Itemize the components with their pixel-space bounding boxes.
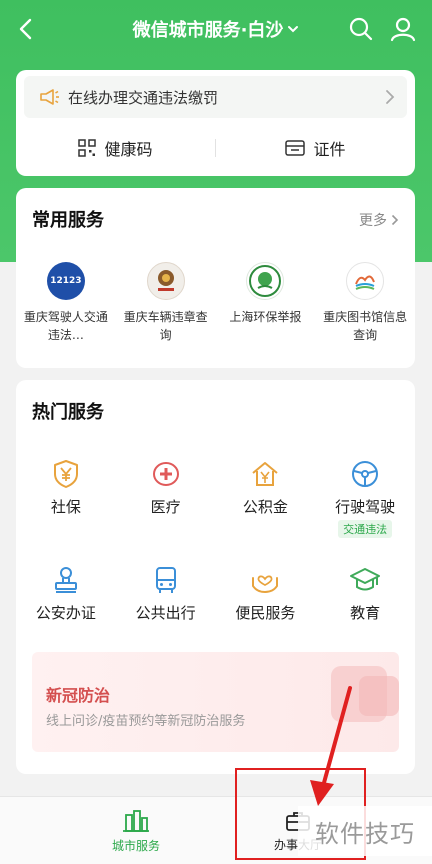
steering-wheel-icon — [352, 461, 379, 487]
section-title: 热门服务 — [32, 402, 104, 423]
health-code-label: 健康码 — [104, 140, 153, 159]
police-badge-icon — [146, 262, 185, 300]
hot-item-education[interactable]: 教育 — [315, 564, 415, 648]
service-item[interactable]: 12123 重庆驾驶人交通违法… — [16, 262, 116, 344]
search-button[interactable] — [346, 14, 376, 44]
certificate-label: 证件 — [313, 140, 346, 159]
hot-item-driving[interactable]: 行驶驾驶 交通违法 — [315, 458, 415, 542]
yen-shield-icon — [53, 460, 78, 488]
hot-label: 便民服务 — [235, 604, 296, 622]
app-12123-icon: 12123 — [46, 262, 85, 300]
hot-label: 公积金 — [242, 498, 288, 516]
service-label: 上海环保举报 — [229, 310, 302, 324]
id-card-icon — [285, 140, 306, 156]
notice-banner[interactable]: 在线办理交通违法缴罚 — [24, 76, 407, 118]
more-label: 更多 — [359, 213, 387, 229]
heart-hands-icon — [252, 575, 279, 594]
service-label: 重庆车辆违章查询 — [123, 310, 208, 342]
hot-item-public-transport[interactable]: 公共出行 — [116, 564, 216, 648]
decoration — [359, 676, 399, 716]
service-item[interactable]: 重庆车辆违章查询 — [116, 262, 216, 344]
qr-code-icon — [78, 139, 97, 157]
top-bar: 微信城市服务·白沙 — [0, 0, 432, 58]
chevron-down-icon — [288, 26, 299, 33]
stamp-icon — [54, 567, 77, 593]
covid-title: 新冠防治 — [46, 686, 111, 705]
hot-label: 社保 — [50, 498, 81, 516]
common-services-grid: 12123 重庆驾驶人交通违法… 重庆车辆违章查询 上海环保举报 重庆图书馆信息… — [16, 262, 415, 344]
watermark: 软件技巧 — [298, 806, 432, 856]
search-icon — [349, 17, 373, 41]
library-logo-icon — [346, 262, 385, 300]
hot-item-medical[interactable]: 医疗 — [116, 458, 216, 542]
back-button[interactable] — [10, 12, 40, 46]
service-label: 重庆图书馆信息查询 — [323, 310, 408, 342]
app-12123-logo-text: 12123 — [50, 276, 82, 286]
bus-icon — [155, 567, 176, 593]
quick-actions: 健康码 证件 — [16, 126, 415, 170]
chevron-left-icon — [19, 18, 32, 40]
more-link[interactable]: 更多 — [359, 210, 399, 230]
environment-emblem-icon — [246, 262, 285, 300]
megaphone-icon — [40, 89, 59, 105]
covid-subtitle: 线上问诊/疫苗预约等新冠防治服务 — [46, 714, 246, 729]
hot-item-housing-fund[interactable]: 公积金 — [216, 458, 316, 542]
profile-button[interactable] — [388, 14, 418, 44]
chevron-right-icon — [386, 90, 395, 104]
health-code-button[interactable]: 健康码 — [16, 126, 215, 170]
city-buildings-icon — [123, 809, 149, 832]
hot-item-social-security[interactable]: 社保 — [16, 458, 116, 542]
graduation-cap-icon — [350, 568, 381, 591]
medical-cross-icon — [152, 462, 179, 486]
certificate-button[interactable]: 证件 — [216, 126, 415, 170]
hot-item-police-cert[interactable]: 公安办证 — [16, 564, 116, 648]
hot-label: 公安办证 — [35, 604, 96, 622]
notice-text: 在线办理交通违法缴罚 — [68, 88, 219, 107]
traffic-violation-tag: 交通违法 — [338, 520, 393, 538]
tab-label: 城市服务 — [111, 838, 160, 853]
section-title: 常用服务 — [32, 210, 104, 231]
hot-services-card: 热门服务 社保 医疗 公积金 行驶驾驶 交通违法 公安办证 公共出行 便民服务 … — [16, 380, 415, 774]
hot-item-convenience[interactable]: 便民服务 — [216, 564, 316, 648]
covid-banner[interactable]: 新冠防治 线上问诊/疫苗预约等新冠防治服务 — [32, 652, 399, 752]
house-yen-icon — [252, 462, 279, 486]
hot-label: 教育 — [350, 604, 381, 622]
city-selector[interactable]: 微信城市服务·白沙 — [133, 16, 300, 42]
service-label: 重庆驾驶人交通违法… — [23, 310, 108, 342]
notice-card: 在线办理交通违法缴罚 健康码 证件 — [16, 70, 415, 176]
tab-city-services[interactable]: 城市服务 — [76, 797, 196, 864]
hot-label: 公共出行 — [135, 604, 196, 622]
service-item[interactable]: 上海环保举报 — [216, 262, 316, 344]
common-services-card: 常用服务 更多 12123 重庆驾驶人交通违法… 重庆车辆违章查询 上海环保举报 — [16, 188, 415, 368]
chevron-right-icon — [391, 214, 399, 226]
hot-label: 医疗 — [150, 498, 181, 516]
user-icon — [390, 17, 416, 42]
page-title: 微信城市服务·白沙 — [132, 20, 284, 41]
hot-services-grid: 社保 医疗 公积金 行驶驾驶 交通违法 公安办证 公共出行 便民服务 教育 — [16, 458, 415, 648]
service-item[interactable]: 重庆图书馆信息查询 — [315, 262, 415, 344]
hot-label: 行驶驾驶 — [335, 498, 396, 516]
